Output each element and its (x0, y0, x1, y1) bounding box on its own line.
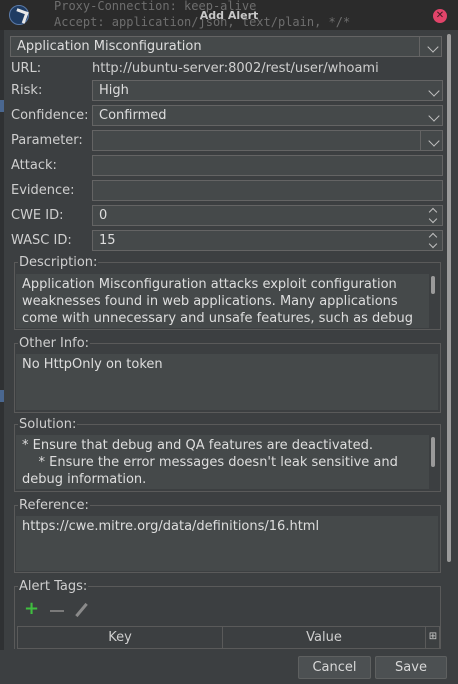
attack-input[interactable] (92, 155, 443, 176)
alert-name-value: Application Misconfiguration (17, 39, 202, 54)
tags-table-header: Key Value ⊞ (17, 626, 440, 649)
url-label: URL: (11, 61, 42, 76)
wasc-id-value: 15 (99, 233, 116, 248)
dialog-scrollbar[interactable] (445, 32, 453, 647)
parameter-label: Parameter: (11, 133, 83, 148)
cwe-id-label: CWE ID: (11, 208, 64, 223)
chevron-down-icon[interactable] (428, 85, 440, 97)
combo-separator (419, 37, 420, 56)
solution-textarea[interactable]: * Ensure that debug and QA features are … (16, 435, 430, 489)
remove-icon[interactable] (50, 610, 64, 612)
scroll-thumb[interactable] (431, 437, 435, 467)
description-title: Description: (18, 255, 99, 270)
title-bar: Proxy-Connection: keep-alive Accept: app… (0, 0, 458, 30)
parameter-combo[interactable] (92, 130, 443, 151)
other-info-textarea[interactable]: No HttpOnly on token (16, 354, 438, 410)
add-icon[interactable]: + (24, 600, 39, 618)
confidence-value: Confirmed (99, 108, 167, 123)
risk-label: Risk: (11, 83, 43, 98)
chevron-down-icon[interactable] (428, 135, 440, 147)
spinner-down-icon[interactable] (428, 239, 438, 249)
dialog-scroll-thumb[interactable] (447, 34, 451, 562)
description-scrollbar[interactable] (429, 274, 437, 328)
evidence-label: Evidence: (11, 183, 75, 198)
scroll-thumb[interactable] (431, 276, 435, 294)
chevron-down-icon[interactable] (427, 41, 439, 53)
solution-title: Solution: (18, 417, 78, 432)
combo-separator (420, 131, 421, 150)
column-key[interactable]: Key (18, 630, 222, 645)
column-selector-icon[interactable]: ⊞ (426, 631, 440, 642)
wasc-id-label: WASC ID: (11, 233, 72, 248)
column-value[interactable]: Value (223, 630, 425, 645)
cwe-id-value: 0 (99, 208, 108, 223)
wasc-id-spinner[interactable]: 15 (92, 230, 443, 251)
alert-tags-title: Alert Tags: (18, 579, 89, 594)
confidence-label: Confidence: (11, 108, 89, 123)
close-icon[interactable]: ✕ (433, 9, 447, 23)
evidence-input[interactable] (92, 180, 443, 201)
dialog-title: Add Alert (199, 9, 259, 22)
spinner-down-icon[interactable] (428, 214, 438, 224)
cancel-button[interactable]: Cancel (298, 656, 371, 679)
risk-combo[interactable]: High (92, 80, 443, 101)
chevron-down-icon[interactable] (428, 110, 440, 122)
left-edge (0, 30, 4, 650)
confidence-combo[interactable]: Confirmed (92, 105, 443, 126)
url-value: http://ubuntu-server:8002/rest/user/whoa… (92, 61, 379, 76)
reference-textarea[interactable]: https://cwe.mitre.org/data/definitions/1… (16, 516, 438, 571)
solution-scrollbar[interactable] (429, 435, 437, 489)
edge-marker (0, 390, 4, 402)
other-info-title: Other Info: (18, 336, 91, 351)
reference-title: Reference: (18, 498, 90, 513)
edge-marker (0, 100, 4, 112)
risk-value: High (99, 83, 129, 98)
attack-label: Attack: (11, 158, 57, 173)
alert-name-combo[interactable]: Application Misconfiguration (10, 36, 442, 57)
cwe-id-spinner[interactable]: 0 (92, 205, 443, 226)
save-button[interactable]: Save (375, 656, 447, 679)
description-textarea[interactable]: Application Misconfiguration attacks exp… (16, 274, 430, 328)
